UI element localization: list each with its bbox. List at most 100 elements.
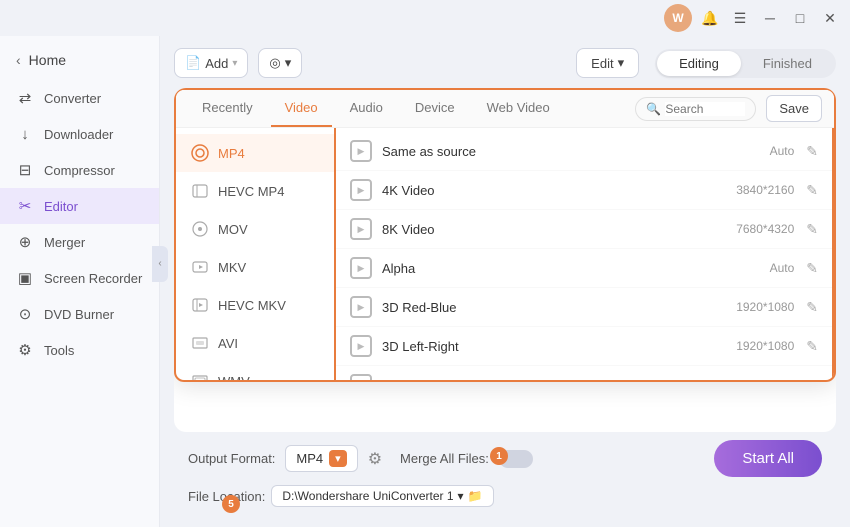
dvd-burner-icon: ⊙ bbox=[16, 305, 34, 323]
play-icon-alpha: ▶ bbox=[350, 257, 372, 279]
format-search-box[interactable]: 🔍 bbox=[635, 97, 756, 121]
format-res-3d-red-blue: 1920*1080 bbox=[736, 300, 794, 314]
format-right-3d-left-right[interactable]: ▶ 3D Left-Right 1920*1080 ✎ bbox=[336, 327, 832, 366]
edit-icon-4k[interactable]: ✎ bbox=[806, 182, 818, 199]
format-item-wmv[interactable]: WMV bbox=[176, 362, 334, 380]
tab-editing[interactable]: Editing bbox=[657, 51, 741, 76]
menu-button[interactable]: ☰ bbox=[728, 6, 752, 30]
format-right-8k[interactable]: ▶ 8K Video 7680*4320 ✎ bbox=[336, 210, 832, 249]
main-layout: ‹ Home ⇄ Converter ↓ Downloader ⊟ Compre… bbox=[0, 36, 850, 527]
format-label-avi: AVI bbox=[218, 336, 238, 351]
format-item-hevc-mp4[interactable]: HEVC MP4 bbox=[176, 172, 334, 210]
output-format-label: Output Format: bbox=[188, 451, 275, 466]
format-tabs-row: Recently Video Audio Device Web Video 🔍 … bbox=[176, 90, 834, 128]
sidebar-item-screen-recorder[interactable]: ▣ Screen Recorder bbox=[0, 260, 159, 296]
sidebar-item-converter[interactable]: ⇄ Converter bbox=[0, 80, 159, 116]
play-icon-3d-red-blue: ▶ bbox=[350, 296, 372, 318]
sidebar-item-compressor[interactable]: ⊟ Compressor bbox=[0, 152, 159, 188]
format-tab-video[interactable]: Video bbox=[271, 90, 332, 127]
search-input[interactable] bbox=[665, 102, 745, 116]
search-icon: 🔍 bbox=[646, 102, 661, 116]
format-label-hevc-mkv: HEVC MKV bbox=[218, 298, 286, 313]
edit-dropdown[interactable]: Edit ▾ bbox=[576, 48, 639, 78]
output-format-arrow[interactable]: ▾ bbox=[329, 450, 347, 467]
tab-group: Editing Finished bbox=[655, 49, 836, 78]
format-right-4k[interactable]: ▶ 4K Video 3840*2160 ✎ bbox=[336, 171, 832, 210]
format-label-hevc-mp4: HEVC MP4 bbox=[218, 184, 284, 199]
format-tab-device[interactable]: Device bbox=[401, 90, 469, 127]
edit-icon-same-source[interactable]: ✎ bbox=[806, 143, 818, 160]
format-right-alpha[interactable]: ▶ Alpha Auto ✎ bbox=[336, 249, 832, 288]
format-item-hevc-mkv[interactable]: HEVC MKV bbox=[176, 286, 334, 324]
start-all-button[interactable]: Start All bbox=[714, 440, 822, 477]
edit-icon-3d-red-blue[interactable]: ✎ bbox=[806, 299, 818, 316]
edit-label: Edit bbox=[591, 56, 613, 71]
sidebar-label-dvd-burner: DVD Burner bbox=[44, 307, 114, 322]
format-item-avi[interactable]: AVI bbox=[176, 324, 334, 362]
format-right-same-source[interactable]: ▶ Same as source Auto ✎ bbox=[336, 132, 832, 171]
format-tab-web-video[interactable]: Web Video bbox=[473, 90, 564, 127]
format-label-mkv: MKV bbox=[218, 260, 246, 275]
format-res-same-source: Auto bbox=[770, 144, 795, 158]
format-item-mp4[interactable]: MP4 bbox=[176, 134, 334, 172]
format-item-mkv[interactable]: MKV bbox=[176, 248, 334, 286]
mkv-icon bbox=[190, 257, 210, 277]
edit-icon-hd-1080p[interactable]: ✎ bbox=[806, 377, 818, 381]
format-right-panel: ▶ Same as source Auto ✎ ▶ 4K Video 3840*… bbox=[336, 128, 834, 380]
edit-icon-3d-left-right[interactable]: ✎ bbox=[806, 338, 818, 355]
format-tab-audio[interactable]: Audio bbox=[336, 90, 397, 127]
notification-bell[interactable]: 🔔 bbox=[698, 6, 722, 30]
close-button[interactable]: ✕ bbox=[818, 6, 842, 30]
sidebar-back-label: Home bbox=[29, 52, 66, 68]
edit-icon-8k[interactable]: ✎ bbox=[806, 221, 818, 238]
sidebar-item-editor[interactable]: ✂ Editor bbox=[0, 188, 159, 224]
format-name-hd-1080p: HD 1080P bbox=[382, 378, 736, 381]
play-icon-hd-1080p: ▶ bbox=[350, 374, 372, 380]
sidebar-item-downloader[interactable]: ↓ Downloader bbox=[0, 116, 159, 152]
video-area: Recently Video Audio Device Web Video 🔍 … bbox=[174, 88, 836, 432]
format-label-mp4: MP4 bbox=[218, 146, 245, 161]
hevc-mkv-icon bbox=[190, 295, 210, 315]
screen-recorder-icon: ▣ bbox=[16, 269, 34, 287]
converter-icon: ⇄ bbox=[16, 89, 34, 107]
sidebar-label-screen-recorder: Screen Recorder bbox=[44, 271, 142, 286]
mp4-icon bbox=[190, 143, 210, 163]
file-location-path: D:\Wondershare UniConverter 1 bbox=[282, 489, 453, 503]
format-left-panel: MP4 HEVC MP4 MOV bbox=[176, 128, 336, 380]
wmv-icon bbox=[190, 371, 210, 380]
output-format-select[interactable]: MP4 ▾ bbox=[285, 445, 357, 472]
file-location-folder-icon[interactable]: 📁 bbox=[468, 489, 483, 503]
sidebar-item-merger[interactable]: ⊕ Merger bbox=[0, 224, 159, 260]
file-location-dropdown-arrow: ▾ bbox=[458, 489, 464, 503]
badge-1: 1 bbox=[490, 447, 508, 465]
format-name-8k: 8K Video bbox=[382, 222, 736, 237]
play-icon-4k: ▶ bbox=[350, 179, 372, 201]
add-label: Add bbox=[205, 56, 228, 71]
edit-icon-alpha[interactable]: ✎ bbox=[806, 260, 818, 277]
sidebar-back[interactable]: ‹ Home bbox=[0, 44, 159, 76]
play-icon-3d-left-right: ▶ bbox=[350, 335, 372, 357]
minimize-button[interactable]: ─ bbox=[758, 6, 782, 30]
sidebar-item-tools[interactable]: ⚙ Tools bbox=[0, 332, 159, 368]
settings-icon[interactable]: ⚙ bbox=[368, 449, 382, 469]
sidebar-label-tools: Tools bbox=[44, 343, 74, 358]
sidebar-item-dvd-burner[interactable]: ⊙ DVD Burner bbox=[0, 296, 159, 332]
enhance-button[interactable]: ◎ ▾ bbox=[258, 48, 302, 78]
titlebar: W 🔔 ☰ ─ □ ✕ bbox=[0, 0, 850, 36]
format-right-3d-red-blue[interactable]: ▶ 3D Red-Blue 1920*1080 ✎ bbox=[336, 288, 832, 327]
add-icon: 📄 bbox=[185, 55, 201, 71]
add-button[interactable]: 📄 Add ▾ bbox=[174, 48, 248, 78]
format-right-hd-1080p[interactable]: ▶ HD 1080P 1920*1080 ✎ bbox=[336, 366, 832, 380]
maximize-button[interactable]: □ bbox=[788, 6, 812, 30]
file-location-value[interactable]: D:\Wondershare UniConverter 1 ▾ 📁 bbox=[271, 485, 493, 507]
sidebar-collapse-handle[interactable]: ‹ bbox=[152, 246, 168, 282]
topbar: 📄 Add ▾ ◎ ▾ Edit ▾ Editing Finished bbox=[174, 48, 836, 78]
downloader-icon: ↓ bbox=[16, 125, 34, 143]
badge-5: 5 bbox=[222, 495, 240, 513]
format-item-mov[interactable]: MOV bbox=[176, 210, 334, 248]
format-res-alpha: Auto bbox=[770, 261, 795, 275]
format-tab-recently[interactable]: Recently bbox=[188, 90, 267, 127]
tab-finished[interactable]: Finished bbox=[741, 51, 834, 76]
output-format-value: MP4 bbox=[296, 451, 323, 466]
save-button[interactable]: Save bbox=[766, 95, 822, 122]
